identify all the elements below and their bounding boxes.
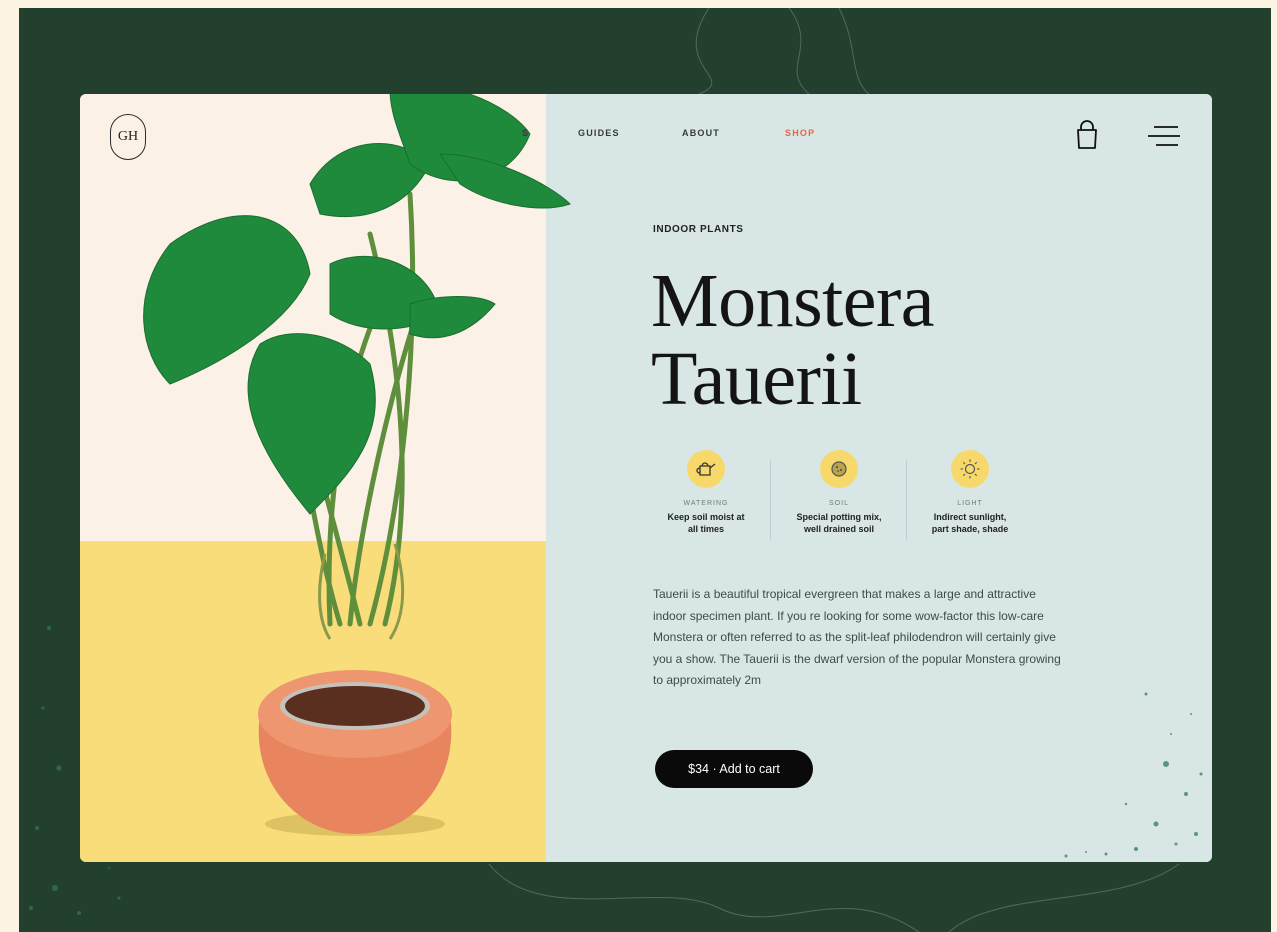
product-title-line1: Monstera [651,259,935,343]
product-title-line2: Tauerii [651,337,862,421]
product-category: INDOOR PLANTS [653,224,744,235]
care-label-watering: WATERING [683,500,729,507]
care-desc-soil: Special potting mix, well drained soil [774,511,904,535]
care-label-soil: SOIL [829,500,849,507]
product-title: Monstera Tauerii [651,262,1071,418]
hamburger-menu-icon[interactable] [1144,124,1182,148]
care-desc-light-line2: part shade, shade [931,524,1009,534]
care-desc-watering: Keep soil moist at all times [641,511,771,535]
nav-link-partial[interactable]: S [522,128,528,138]
product-card: GH S GUIDES ABOUT SHOP INDOOR PLANTS Mon… [80,94,1212,862]
image-background-bottom [80,541,546,862]
nav-link-about[interactable]: ABOUT [682,128,720,138]
product-image-panel [80,94,546,862]
care-desc-watering-line2: all times [687,524,725,534]
product-description: Tauerii is a beautiful tropical evergree… [653,587,1061,687]
watering-can-icon [687,450,725,488]
soil-icon [820,450,858,488]
care-divider [770,460,771,540]
image-background-top [80,94,546,541]
brand-logo[interactable]: GH [110,114,146,160]
care-desc-light-line1: Indirect sunlight, [933,512,1007,522]
nav-link-guides[interactable]: GUIDES [578,128,620,138]
care-desc-watering-line1: Keep soil moist at [667,512,745,522]
care-desc-soil-line2: well drained soil [803,524,875,534]
care-item-light: LIGHT Indirect sunlight, part shade, sha… [905,450,1035,535]
add-to-cart-button[interactable]: $34 · Add to cart [655,750,813,788]
care-desc-light: Indirect sunlight, part shade, shade [905,511,1035,535]
care-label-light: LIGHT [957,500,983,507]
care-item-soil: SOIL Special potting mix, well drained s… [774,450,904,535]
sun-icon [951,450,989,488]
nav-link-shop[interactable]: SHOP [785,128,815,138]
shopping-bag-icon[interactable] [1074,120,1100,150]
care-item-watering: WATERING Keep soil moist at all times [641,450,771,535]
care-desc-soil-line1: Special potting mix, [796,512,882,522]
